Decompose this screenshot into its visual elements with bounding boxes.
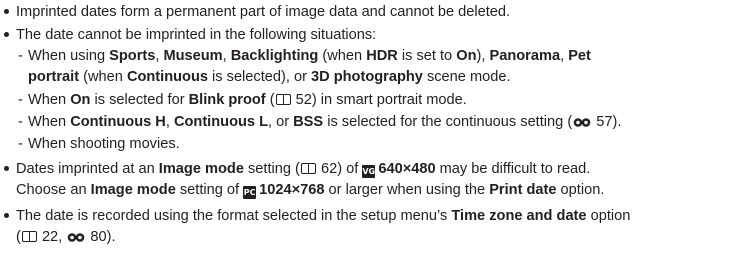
bullet-icon: [4, 166, 9, 171]
pc-image-mode-icon: PC: [243, 186, 257, 199]
link-chain-icon: [573, 118, 591, 127]
term-blink-proof: Blink proof: [188, 92, 266, 108]
bullet-icon: [4, 9, 9, 14]
term-image-mode: Image mode: [158, 161, 244, 177]
term-print-date: Print date: [489, 182, 557, 198]
term-continuous-h: Continuous H: [70, 114, 166, 130]
list-item: The date cannot be imprinted in the foll…: [0, 25, 736, 46]
dash-icon: -: [18, 92, 23, 108]
item-text: The date cannot be imprinted in the foll…: [16, 27, 377, 43]
sub-list-item: - When shooting movies.: [16, 134, 736, 155]
term-on: On: [456, 48, 477, 64]
vga-image-mode-icon: VGA: [362, 165, 382, 178]
page-ref: 80: [90, 229, 107, 245]
term-continuous: Continuous: [126, 69, 208, 85]
dash-icon: -: [18, 114, 23, 130]
bullet-icon: [4, 213, 9, 218]
term-3d-photography: 3D photography: [311, 69, 423, 85]
list-item: Dates imprinted at an Image mode setting…: [0, 159, 736, 201]
bullet-icon: [4, 32, 9, 37]
term-bss: BSS: [293, 114, 324, 130]
term-1024x768: 1024×768: [259, 182, 325, 198]
manual-book-icon: [300, 163, 316, 174]
list-item: The date is recorded using the format se…: [0, 206, 736, 248]
term-pet: Pet: [568, 48, 591, 64]
document-page: Imprinted dates form a permanent part of…: [0, 0, 740, 264]
manual-book-icon: [21, 231, 37, 242]
term-640x480: 640×480: [378, 161, 436, 177]
term-panorama: Panorama: [489, 48, 561, 64]
link-chain-icon: [67, 233, 85, 242]
term-portrait: portrait: [28, 69, 80, 85]
sub-list-item: - When Continuous H, Continuous L, or BS…: [16, 112, 736, 133]
term-on: On: [70, 92, 91, 108]
term-image-mode: Image mode: [90, 182, 176, 198]
term-continuous-l: Continuous L: [173, 114, 268, 130]
sub-list-item: - When On is selected for Blink proof ( …: [16, 90, 736, 111]
sub-list-item: - When using Sports, Museum, Backlightin…: [18, 48, 591, 85]
dash-icon: -: [18, 136, 23, 152]
list-item: Imprinted dates form a permanent part of…: [0, 2, 736, 23]
term-sports: Sports: [109, 48, 156, 64]
term-museum: Museum: [163, 48, 223, 64]
term-hdr: HDR: [366, 48, 398, 64]
page-ref: 52: [295, 92, 312, 108]
item-text: Imprinted dates form a permanent part of…: [16, 4, 511, 20]
page-ref: 22: [41, 229, 59, 245]
page-ref: 57: [596, 114, 613, 130]
term-backlighting: Backlighting: [230, 48, 319, 64]
term-time-zone-and-date: Time zone and date: [451, 208, 587, 224]
page-ref: 62: [320, 161, 338, 177]
manual-book-icon: [275, 94, 291, 105]
dash-icon: -: [18, 48, 23, 64]
